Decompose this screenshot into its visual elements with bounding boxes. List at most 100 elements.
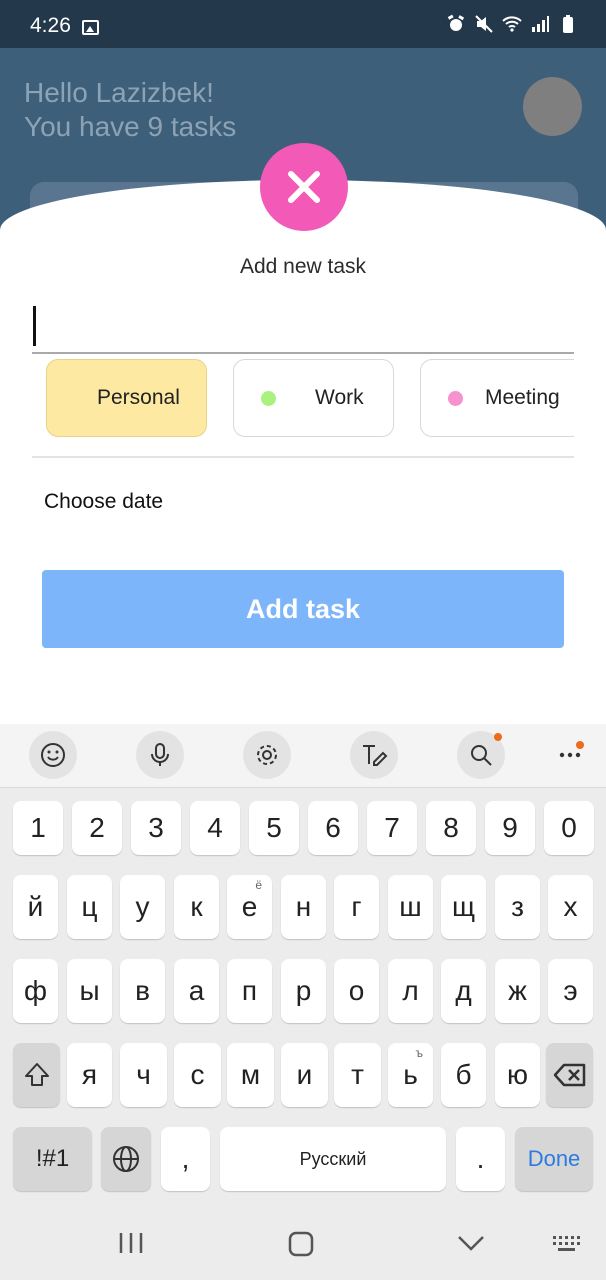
backspace-icon [553,1063,585,1087]
close-icon [288,171,320,203]
key-7[interactable]: 7 [367,801,417,855]
category-list: Personal Work Meeting [32,359,574,437]
period-key[interactable]: . [456,1127,505,1191]
keyboard-icon [553,1236,580,1251]
key-з[interactable]: з [495,875,540,939]
chevron-down-icon [458,1236,484,1251]
key-л[interactable]: л [388,959,433,1023]
key-у[interactable]: у [120,875,165,939]
battery-icon [563,15,573,33]
status-icons [446,14,578,34]
text-caret [33,306,36,346]
task-count: You have 9 tasks [24,111,237,142]
notification-dot [576,741,584,749]
key-ь[interactable]: ь ъ [388,1043,433,1107]
key-т[interactable]: т [334,1043,381,1107]
key-hint: ъ [415,1046,424,1060]
shift-icon [24,1063,49,1086]
key-2[interactable]: 2 [72,801,122,855]
key-ф[interactable]: ф [13,959,58,1023]
key-ч[interactable]: ч [120,1043,167,1107]
keyboard-keys: 1 2 3 4 5 6 7 8 9 0 й ц у к е ё н г ш щ … [0,787,606,1197]
wifi-icon [502,16,522,32]
key-й[interactable]: й [13,875,58,939]
key-ц[interactable]: ц [67,875,112,939]
key-н[interactable]: н [281,875,326,939]
key-о[interactable]: о [334,959,379,1023]
more-options-button[interactable] [546,731,594,779]
key-0[interactable]: 0 [544,801,594,855]
emoji-button[interactable] [29,731,77,779]
notification-dot [494,733,502,741]
key-ю[interactable]: ю [495,1043,540,1107]
space-key[interactable]: Русский [220,1127,446,1191]
home-button[interactable] [288,1231,314,1262]
task-input[interactable] [32,298,574,354]
key-р[interactable]: р [281,959,326,1023]
image-notification-icon [82,20,99,35]
key-4[interactable]: 4 [190,801,240,855]
key-п[interactable]: п [227,959,272,1023]
shift-key[interactable] [13,1043,60,1107]
key-х[interactable]: х [548,875,593,939]
sheet-title: Add new task [239,255,367,278]
key-5[interactable]: 5 [249,801,299,855]
key-9[interactable]: 9 [485,801,535,855]
voice-input-button[interactable] [136,731,184,779]
key-ж[interactable]: ж [495,959,540,1023]
backspace-key[interactable] [546,1043,593,1107]
comma-key[interactable]: , [161,1127,210,1191]
choose-date-button[interactable]: Choose date [44,490,163,514]
category-chip-personal[interactable]: Personal [46,359,207,437]
key-3[interactable]: 3 [131,801,181,855]
key-д[interactable]: д [441,959,486,1023]
add-task-button[interactable]: Add task [42,570,564,648]
microphone-icon [151,743,169,766]
home-icon [288,1231,314,1257]
key-г[interactable]: г [334,875,379,939]
key-м[interactable]: м [227,1043,274,1107]
category-label: Work [315,386,364,409]
signal-icon [532,16,549,32]
alarm-icon [447,14,465,31]
key-6[interactable]: 6 [308,801,358,855]
category-dot [448,390,463,406]
key-в[interactable]: в [120,959,165,1023]
keyboard-settings-button[interactable] [243,731,291,779]
key-б[interactable]: б [441,1043,486,1107]
key-label: е [241,891,258,922]
symbols-key[interactable]: !#1 [13,1127,92,1191]
emoji-icon [41,743,65,767]
greeting: Hello Lazizbek! You have 9 tasks [24,76,236,144]
recent-apps-icon [119,1233,143,1253]
greeting-name: Hello Lazizbek! [24,77,214,108]
status-time: 4:26 [30,14,71,37]
hide-keyboard-button[interactable] [456,1233,486,1258]
language-key[interactable] [101,1127,151,1191]
key-ы[interactable]: ы [67,959,112,1023]
settings-icon [257,745,277,765]
avatar[interactable] [523,77,582,136]
done-key[interactable]: Done [515,1127,593,1191]
key-и[interactable]: и [281,1043,328,1107]
key-щ[interactable]: щ [441,875,486,939]
category-dot [261,390,276,406]
keyboard-toolbar [0,724,606,787]
key-к[interactable]: к [174,875,219,939]
category-chip-meeting[interactable]: Meeting [420,359,574,437]
keyboard-switch-button[interactable] [551,1233,581,1258]
mute-icon [475,15,493,33]
key-ш[interactable]: ш [388,875,433,939]
key-а[interactable]: а [174,959,219,1023]
key-label: ь [403,1059,418,1090]
handwriting-button[interactable] [350,731,398,779]
close-sheet-button[interactable] [260,143,348,231]
key-8[interactable]: 8 [426,801,476,855]
key-э[interactable]: э [548,959,593,1023]
key-е[interactable]: е ё [227,875,272,939]
key-1[interactable]: 1 [13,801,63,855]
key-я[interactable]: я [67,1043,112,1107]
category-chip-work[interactable]: Work [233,359,394,437]
key-с[interactable]: с [174,1043,221,1107]
recent-apps-button[interactable] [116,1231,146,1260]
